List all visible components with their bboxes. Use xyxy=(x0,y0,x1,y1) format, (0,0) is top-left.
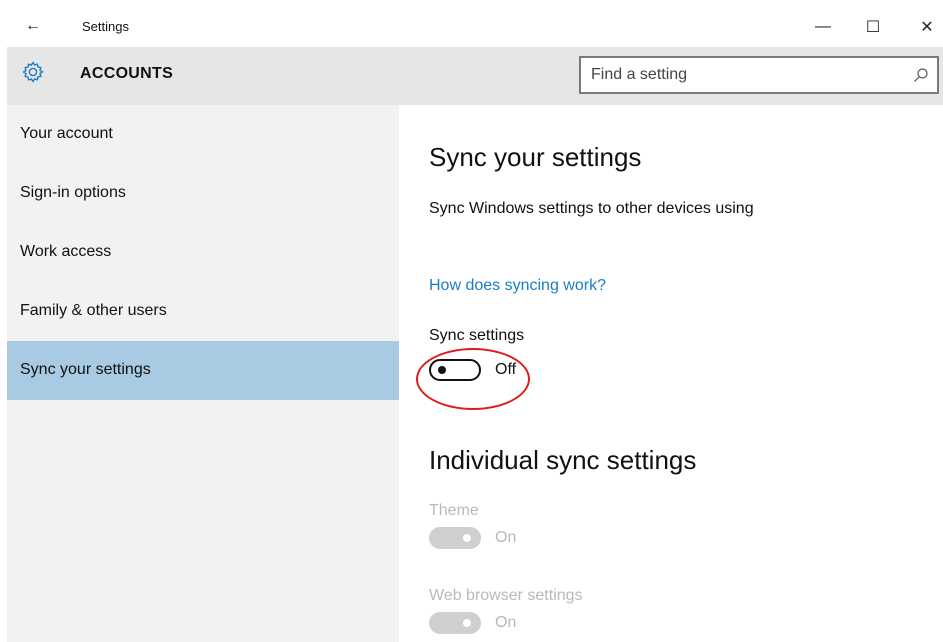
search-icon[interactable] xyxy=(913,67,929,83)
theme-state: On xyxy=(495,529,517,546)
gear-icon xyxy=(22,61,44,83)
search-input[interactable] xyxy=(591,64,901,86)
sidebar-item-your-account[interactable]: Your account xyxy=(7,105,399,164)
toggle-knob xyxy=(463,619,471,627)
settings-window: ← Settings — ☐ ✕ ACCOUNTS Your account S… xyxy=(7,9,943,642)
search-box[interactable] xyxy=(579,56,939,94)
sidebar-item-sign-in-options[interactable]: Sign-in options xyxy=(7,164,399,223)
sync-settings-label: Sync settings xyxy=(429,327,525,344)
theme-toggle[interactable] xyxy=(429,527,481,549)
web-browser-settings-toggle[interactable] xyxy=(429,612,481,634)
close-button[interactable]: ✕ xyxy=(907,13,943,41)
main-content: Sync your settings Sync Windows settings… xyxy=(399,105,943,642)
toggle-knob xyxy=(463,534,471,542)
sidebar-item-family-other-users[interactable]: Family & other users xyxy=(7,282,399,341)
page-description: Sync Windows settings to other devices u… xyxy=(429,200,754,217)
title-bar: ← Settings — ☐ ✕ xyxy=(7,9,943,47)
section-title: ACCOUNTS xyxy=(80,65,174,82)
how-syncing-works-link[interactable]: How does syncing work? xyxy=(429,277,606,295)
section-heading-individual: Individual sync settings xyxy=(429,445,697,475)
sidebar-item-work-access[interactable]: Work access xyxy=(7,223,399,282)
window-title: Settings xyxy=(82,19,129,34)
theme-label: Theme xyxy=(429,502,479,519)
toggle-knob xyxy=(438,366,446,374)
maximize-button[interactable]: ☐ xyxy=(853,13,893,41)
web-browser-settings-state: On xyxy=(495,614,517,631)
sync-settings-toggle[interactable] xyxy=(429,359,481,381)
page-header: ACCOUNTS xyxy=(7,47,943,105)
sync-settings-state: Off xyxy=(495,361,517,378)
sidebar: Your account Sign-in options Work access… xyxy=(7,105,399,642)
web-browser-settings-label: Web browser settings xyxy=(429,587,583,604)
back-arrow-icon[interactable]: ← xyxy=(25,17,41,35)
page-title: Sync your settings xyxy=(429,142,642,172)
sidebar-item-sync-your-settings[interactable]: Sync your settings xyxy=(7,341,399,400)
minimize-button[interactable]: — xyxy=(803,13,843,41)
